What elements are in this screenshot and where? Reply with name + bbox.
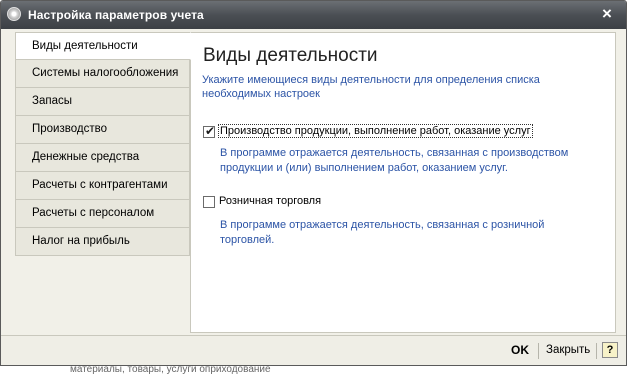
ok-button[interactable]: OK — [511, 343, 529, 357]
retail-checkbox[interactable] — [203, 196, 215, 208]
dialog-footer: OK Закрыть ? — [1, 335, 626, 365]
production-hint: В программе отражается деятельность, свя… — [220, 147, 569, 174]
checkmark-icon: ✔ — [205, 124, 216, 138]
production-checkbox-label[interactable]: Производство продукции, выполнение работ… — [218, 124, 533, 138]
retail-hint: В программе отражается деятельность, свя… — [220, 219, 545, 246]
activity-types-panel: Виды деятельности Укажите имеющиеся виды… — [190, 32, 616, 333]
window-title: Настройка параметров учета — [28, 8, 204, 22]
footer-divider — [596, 343, 597, 359]
tab-cash[interactable]: Денежные средства — [15, 144, 190, 172]
tab-profit-tax[interactable]: Налог на прибыль — [15, 228, 190, 256]
tab-personnel[interactable]: Расчеты с персоналом — [15, 200, 190, 228]
dialog-body: Виды деятельности Системы налогообложени… — [2, 29, 625, 335]
app-gear-icon — [7, 7, 21, 21]
tab-activity-types[interactable]: Виды деятельности — [15, 32, 191, 60]
retail-checkbox-label[interactable]: Розничная торговля — [218, 195, 322, 207]
close-button[interactable]: Закрыть — [546, 344, 590, 356]
settings-dialog: Настройка параметров учета × Виды деятел… — [0, 0, 627, 366]
footer-divider — [538, 343, 539, 359]
tab-tax-systems[interactable]: Системы налогообложения — [15, 60, 190, 88]
panel-title: Виды деятельности — [203, 45, 378, 66]
production-checkbox[interactable]: ✔ — [203, 124, 216, 138]
title-bar[interactable]: Настройка параметров учета × — [1, 1, 626, 29]
section-tabs: Виды деятельности Системы налогообложени… — [15, 32, 191, 256]
tab-counterparties[interactable]: Расчеты с контрагентами — [15, 172, 190, 200]
panel-description: Укажите имеющиеся виды деятельности для … — [202, 74, 540, 100]
close-icon[interactable]: × — [598, 5, 616, 23]
tab-inventory[interactable]: Запасы — [15, 88, 190, 116]
tab-production[interactable]: Производство — [15, 116, 190, 144]
help-button[interactable]: ? — [602, 342, 618, 358]
